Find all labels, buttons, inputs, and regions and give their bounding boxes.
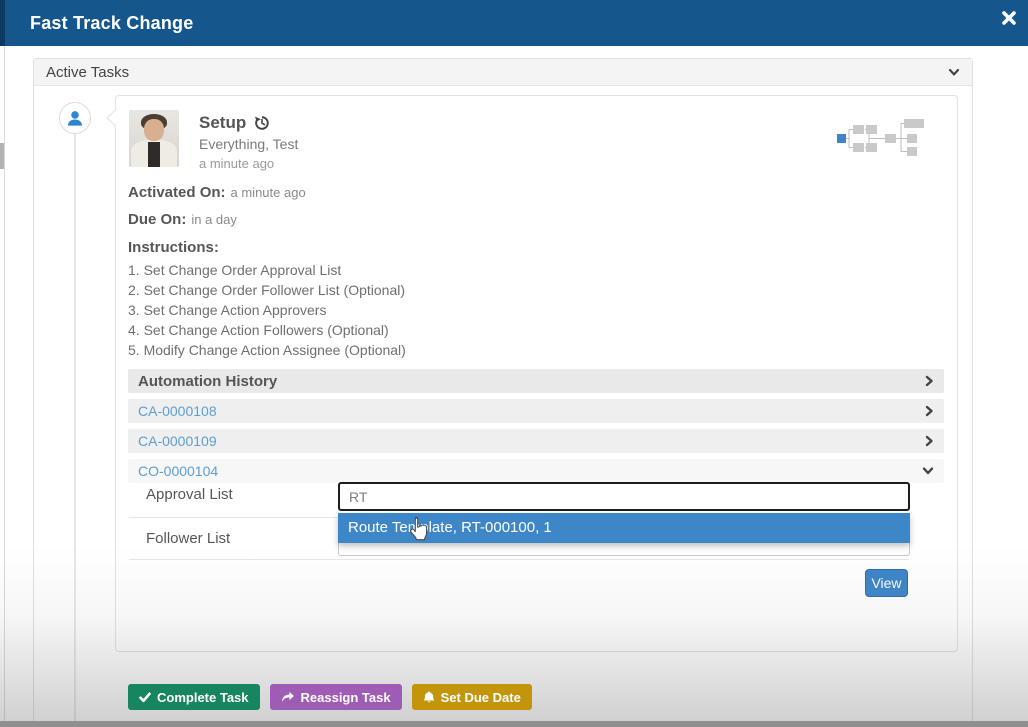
automation-history-bar[interactable]: Automation History xyxy=(128,369,944,393)
header-accent-strip xyxy=(0,0,5,46)
bell-icon xyxy=(423,691,435,704)
left-scrollbar-thumb[interactable] xyxy=(0,143,4,169)
modal-title: Fast Track Change xyxy=(30,13,193,34)
set-due-date-button[interactable]: Set Due Date xyxy=(412,684,532,710)
forward-arrow-icon xyxy=(281,691,295,703)
co-detail-section: Approval List Follower List Route Templa… xyxy=(116,478,959,653)
instruction-item: 5. Modify Change Action Assignee (Option… xyxy=(128,340,944,360)
page-left-border xyxy=(4,46,5,727)
timeline-node xyxy=(59,102,91,134)
reassign-task-label: Reassign Task xyxy=(301,690,391,705)
chevron-down-icon xyxy=(948,67,960,77)
activated-on-label: Activated On: xyxy=(128,184,226,201)
set-due-date-label: Set Due Date xyxy=(441,690,521,705)
instruction-item: 3. Set Change Action Approvers xyxy=(128,300,944,320)
due-on-label: Due On: xyxy=(128,211,186,228)
due-on-line: Due On: in a day xyxy=(128,211,944,229)
task-name: Setup xyxy=(199,113,246,133)
follower-list-input[interactable] xyxy=(338,543,910,556)
workflow-icon[interactable] xyxy=(836,119,924,159)
bottom-edge-strip xyxy=(0,721,1028,727)
active-tasks-header[interactable]: Active Tasks xyxy=(34,59,972,86)
reassign-task-button[interactable]: Reassign Task xyxy=(270,684,402,710)
task-actions: Complete Task Reassign Task Set Due Date xyxy=(128,684,532,710)
timeline-line xyxy=(74,133,76,727)
instruction-item: 2. Set Change Order Follower List (Optio… xyxy=(128,280,944,300)
approval-list-input[interactable] xyxy=(338,482,910,511)
row-separator xyxy=(129,559,909,560)
autocomplete-suggestion[interactable]: Route Template, RT-000100, 1 xyxy=(338,513,910,543)
follower-list-label: Follower List xyxy=(146,530,230,547)
approval-list-label: Approval List xyxy=(146,486,233,503)
modal-header: Fast Track Change xyxy=(0,0,1028,46)
instruction-item: 1. Set Change Order Approval List xyxy=(128,260,944,280)
activated-on-value: a minute ago xyxy=(231,185,306,200)
screen: Fast Track Change Active Tasks xyxy=(0,0,1028,727)
user-icon xyxy=(66,109,84,127)
activated-on-line: Activated On: a minute ago xyxy=(128,184,944,202)
instructions-label: Instructions: xyxy=(128,239,944,256)
avatar xyxy=(129,110,179,167)
task-card-header: Setup Everything, Test a minute ago xyxy=(129,110,298,171)
chevron-right-icon xyxy=(925,375,934,387)
instruction-item: 4. Set Change Action Followers (Optional… xyxy=(128,320,944,340)
active-tasks-title: Active Tasks xyxy=(46,64,948,81)
record-link[interactable]: CA-0000109 xyxy=(128,433,925,449)
task-assignee: Everything, Test xyxy=(199,136,298,152)
history-row-ca-0000109[interactable]: CA-0000109 xyxy=(128,429,944,453)
history-icon[interactable] xyxy=(254,115,270,131)
task-card: Setup Everything, Test a minute ago xyxy=(115,95,958,652)
chevron-right-icon xyxy=(925,405,934,417)
automation-history-label: Automation History xyxy=(138,373,925,390)
check-icon xyxy=(139,692,151,703)
chevron-right-icon xyxy=(925,435,934,447)
task-time-ago: a minute ago xyxy=(199,156,298,171)
complete-task-button[interactable]: Complete Task xyxy=(128,684,260,710)
history-row-ca-0000108[interactable]: CA-0000108 xyxy=(128,399,944,423)
record-link[interactable]: CO-0000104 xyxy=(128,463,922,479)
complete-task-label: Complete Task xyxy=(157,690,249,705)
record-link[interactable]: CA-0000108 xyxy=(128,403,925,419)
due-on-value: in a day xyxy=(191,212,237,227)
chevron-down-icon xyxy=(922,466,934,476)
close-icon[interactable] xyxy=(1000,9,1018,27)
view-button[interactable]: View xyxy=(865,569,908,597)
